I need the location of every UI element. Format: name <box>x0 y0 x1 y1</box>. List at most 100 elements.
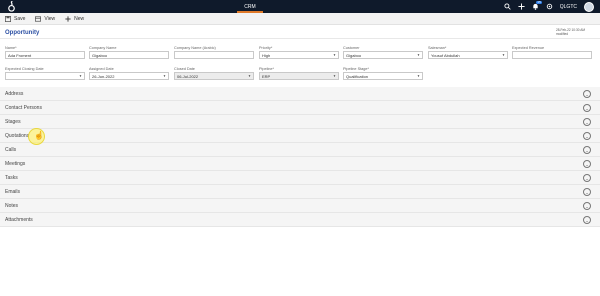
salesman-select[interactable]: Yousuf Abdullah ▼ <box>428 51 508 59</box>
closed-date-value: 06-Jul-2022 <box>177 73 199 79</box>
pipeline-value: ERP <box>262 73 271 79</box>
section-label: Attachments <box>5 216 33 223</box>
expected-closing-date-input[interactable]: ▼ <box>5 72 85 80</box>
new-button-label: New <box>74 15 85 22</box>
hand-cursor-icon: ☝ <box>34 131 44 140</box>
closed-date-field: Closed Date 06-Jul-2022 ▼ <box>174 67 254 80</box>
top-bar-actions: 15 QLGTC <box>504 0 594 13</box>
chevron-down-icon[interactable]: ⌄ <box>583 132 591 140</box>
section-stages[interactable]: Stages ⌄ <box>0 115 600 129</box>
pipeline-stage-select[interactable]: Qualification ▼ <box>343 72 423 80</box>
name-field: Name* Ada Froment <box>5 46 85 59</box>
plus-icon[interactable] <box>518 3 525 10</box>
section-label: Calls <box>5 146 17 153</box>
record-toolbar: Save View New <box>0 13 600 25</box>
chevron-down-icon[interactable]: ⌄ <box>583 160 591 168</box>
assigned-date-value: 26-Jun-2022 <box>92 73 115 79</box>
closed-date-input: 06-Jul-2022 ▼ <box>174 72 254 80</box>
view-button-label: View <box>44 15 56 22</box>
chevron-down-icon[interactable]: ⌄ <box>583 146 591 154</box>
section-address[interactable]: Address ⌄ <box>0 87 600 101</box>
chevron-down-icon: ▼ <box>502 53 505 57</box>
section-meetings[interactable]: Meetings ⌄ <box>0 157 600 171</box>
divider <box>0 38 600 39</box>
section-calls[interactable]: Calls ⌄ <box>0 143 600 157</box>
bell-icon[interactable]: 15 <box>532 0 542 10</box>
priority-field: Priority* High ▼ <box>259 46 339 59</box>
company-name-arabic-label: Company Name (Arabic) <box>174 46 216 50</box>
section-notes[interactable]: Notes ⌄ <box>0 199 600 213</box>
pipeline-field: Pipeline* ERP ▼ <box>259 67 339 80</box>
section-quotations[interactable]: Quotations ⌄ <box>0 129 600 143</box>
save-icon <box>5 15 11 22</box>
section-contact-persons[interactable]: Contact Persons ⌄ <box>0 101 600 115</box>
expected-revenue-label: Expected Revenue <box>512 46 545 50</box>
company-name-arabic-input[interactable] <box>174 51 254 59</box>
salesman-field: Salesman* Yousuf Abdullah ▼ <box>428 46 508 59</box>
chevron-down-icon: ▼ <box>417 53 420 57</box>
name-value: Ada Froment <box>8 52 32 58</box>
pipeline-stage-value: Qualification <box>346 73 369 79</box>
expected-revenue-field: Expected Revenue <box>512 46 592 59</box>
chevron-down-icon: ▼ <box>417 74 420 78</box>
expected-closing-date-field: Expected Closing Date ▼ <box>5 67 85 80</box>
company-name-input[interactable]: Gigaboo <box>89 51 169 59</box>
expected-revenue-input[interactable] <box>512 51 592 59</box>
customer-select[interactable]: Gigaboo ▼ <box>343 51 423 59</box>
notification-count-badge: 15 <box>536 0 542 4</box>
chevron-down-icon[interactable]: ⌄ <box>583 104 591 112</box>
save-button-label: Save <box>14 15 26 22</box>
page-title: Opportunity <box>5 30 40 36</box>
chevron-down-icon: ▼ <box>333 74 336 78</box>
record-timestamp: 28-Feb-22 10:30 AM modified <box>556 28 585 36</box>
customer-label: Customer <box>343 46 360 50</box>
section-label: Contact Persons <box>5 104 42 111</box>
customer-value: Gigaboo <box>346 52 362 58</box>
settings-icon[interactable] <box>546 3 553 10</box>
company-name-arabic-field: Company Name (Arabic) <box>174 46 254 59</box>
company-name-field: Company Name Gigaboo <box>89 46 169 59</box>
section-label: Notes <box>5 202 19 209</box>
assigned-date-label: Assigned Date <box>89 67 114 71</box>
chevron-down-icon[interactable]: ⌄ <box>583 202 591 210</box>
name-label: Name* <box>5 46 17 50</box>
avatar[interactable] <box>584 1 594 12</box>
app-logo-icon[interactable] <box>6 1 17 12</box>
section-tasks[interactable]: Tasks ⌄ <box>0 171 600 185</box>
section-label: Quotations <box>5 132 30 139</box>
search-icon[interactable] <box>504 3 511 10</box>
pipeline-label: Pipeline* <box>259 67 274 71</box>
section-label: Tasks <box>5 174 18 181</box>
chevron-down-icon: ▼ <box>248 74 251 78</box>
chevron-down-icon: ▼ <box>79 74 82 78</box>
top-bar: CRM 15 QLGTC <box>0 0 600 13</box>
name-input[interactable]: Ada Froment <box>5 51 85 59</box>
chevron-down-icon: ▼ <box>333 53 336 57</box>
section-emails[interactable]: Emails ⌄ <box>0 185 600 199</box>
view-icon <box>35 15 42 22</box>
priority-label: Priority* <box>259 46 273 50</box>
assigned-date-input[interactable]: 26-Jun-2022 ▼ <box>89 72 169 80</box>
chevron-down-icon[interactable]: ⌄ <box>583 90 591 98</box>
priority-select[interactable]: High ▼ <box>259 51 339 59</box>
chevron-down-icon[interactable]: ⌄ <box>583 188 591 196</box>
expected-closing-date-label: Expected Closing Date <box>5 67 44 71</box>
chevron-down-icon[interactable]: ⌄ <box>583 216 591 224</box>
section-label: Stages <box>5 118 21 125</box>
timestamp-status: modified <box>555 32 568 36</box>
save-button[interactable]: Save <box>5 15 26 22</box>
pipeline-select: ERP ▼ <box>259 72 339 80</box>
pipeline-stage-field: Pipeline Stage* Qualification ▼ <box>343 67 423 80</box>
view-button[interactable]: View <box>35 16 55 22</box>
org-label[interactable]: QLGTC <box>560 4 577 10</box>
assigned-date-field: Assigned Date 26-Jun-2022 ▼ <box>89 67 169 80</box>
section-label: Meetings <box>5 160 26 167</box>
new-button[interactable]: New <box>65 16 84 22</box>
salesman-label: Salesman* <box>428 46 447 50</box>
section-attachments[interactable]: Attachments ⌄ <box>0 213 600 227</box>
pipeline-stage-label: Pipeline Stage* <box>343 67 369 71</box>
chevron-down-icon[interactable]: ⌄ <box>583 118 591 126</box>
chevron-down-icon[interactable]: ⌄ <box>583 174 591 182</box>
priority-value: High <box>262 52 271 58</box>
salesman-value: Yousuf Abdullah <box>431 52 460 58</box>
